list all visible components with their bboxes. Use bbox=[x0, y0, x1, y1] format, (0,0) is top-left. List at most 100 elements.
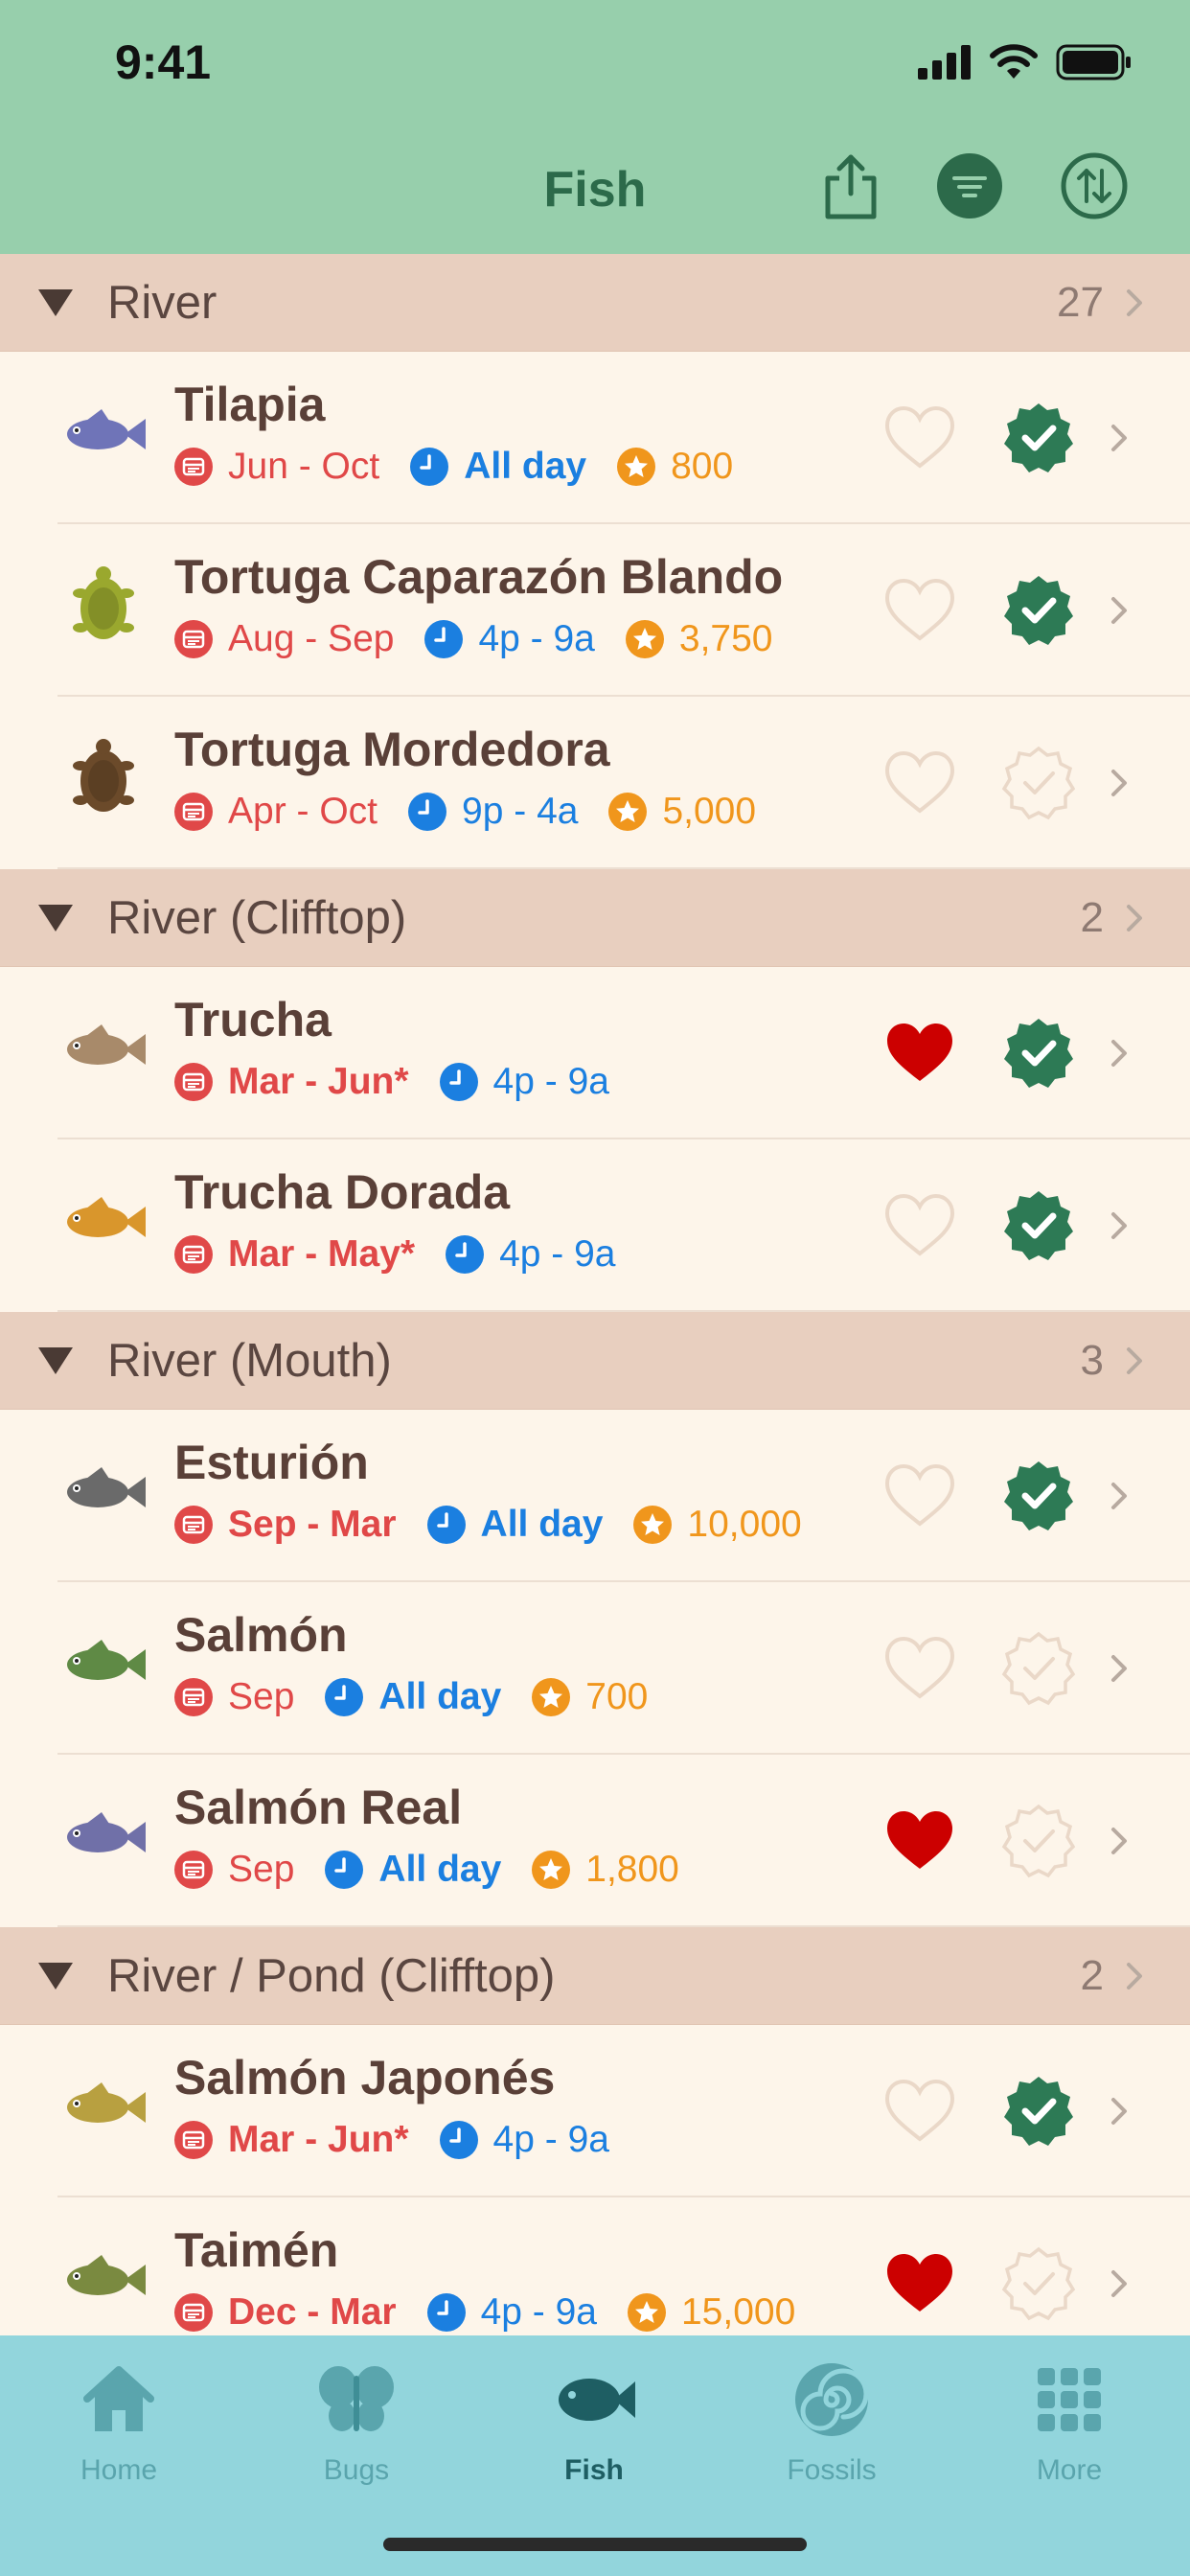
tab-bugs[interactable]: Bugs bbox=[261, 2357, 452, 2487]
section-header[interactable]: River (Clifftop) 2 bbox=[0, 869, 1190, 967]
heart-filled-icon[interactable] bbox=[883, 2250, 956, 2317]
collapse-triangle-icon[interactable] bbox=[38, 1962, 73, 1990]
star-icon bbox=[608, 793, 648, 831]
season-text: Mar - May* bbox=[228, 1233, 416, 1275]
list-item[interactable]: Trucha Dorada Mar - May* 4p - 9a bbox=[0, 1139, 1190, 1312]
not-caught-badge-icon[interactable] bbox=[1000, 2245, 1077, 2322]
list-item[interactable]: Taimén Dec - Mar 4p - 9a 15,000 bbox=[0, 2197, 1190, 2335]
calendar-icon bbox=[174, 2121, 213, 2159]
clock-icon bbox=[426, 2293, 466, 2332]
price-text: 1,800 bbox=[585, 1849, 679, 1890]
chevron-right-icon bbox=[1111, 1483, 1127, 1509]
time-text: All day bbox=[464, 446, 587, 487]
not-caught-badge-icon[interactable] bbox=[1000, 1630, 1077, 1707]
tab-fossils-label: Fossils bbox=[787, 2454, 877, 2486]
tab-home[interactable]: Home bbox=[23, 2357, 215, 2487]
list-item[interactable]: Tortuga Caparazón Blando Aug - Sep 4p - 9a… bbox=[0, 524, 1190, 697]
sort-icon[interactable] bbox=[1060, 151, 1129, 220]
caught-badge-icon[interactable] bbox=[1000, 572, 1077, 649]
salmon-fish-icon bbox=[57, 1619, 149, 1711]
list-item[interactable]: Salmón Real Sep All day 1,800 bbox=[0, 1755, 1190, 1927]
heart-outline-icon[interactable] bbox=[883, 577, 956, 644]
clock-icon bbox=[426, 1506, 466, 1544]
caught-badge-icon[interactable] bbox=[1000, 1187, 1077, 1264]
time: 9p - 4a bbox=[408, 791, 578, 833]
tab-fossils[interactable]: Fossils bbox=[736, 2357, 927, 2487]
season: Aug - Sep bbox=[174, 618, 394, 660]
star-icon bbox=[532, 1851, 571, 1889]
caught-badge-icon[interactable] bbox=[1000, 400, 1077, 476]
home-indicator bbox=[383, 2538, 807, 2551]
season-text: Aug - Sep bbox=[228, 618, 395, 659]
fish-list[interactable]: River 27 Tilapia Jun - Oct All day 800 Tortuga… bbox=[0, 254, 1190, 2335]
heart-filled-icon[interactable] bbox=[883, 1807, 956, 1874]
heart-outline-icon[interactable] bbox=[883, 2078, 956, 2145]
season: Sep bbox=[174, 1849, 294, 1891]
heart-filled-icon[interactable] bbox=[883, 1020, 956, 1087]
clock-icon bbox=[410, 448, 449, 486]
list-item[interactable]: Tilapia Jun - Oct All day 800 bbox=[0, 352, 1190, 524]
price: 10,000 bbox=[633, 1504, 802, 1546]
fish-name: Salmón bbox=[174, 1608, 348, 1662]
chevron-right-icon bbox=[1127, 288, 1142, 316]
heart-outline-icon[interactable] bbox=[883, 749, 956, 816]
share-icon[interactable] bbox=[816, 151, 885, 220]
caught-badge-icon[interactable] bbox=[1000, 1458, 1077, 1534]
not-caught-badge-icon[interactable] bbox=[1000, 745, 1077, 821]
price-text: 800 bbox=[671, 446, 734, 487]
collapse-triangle-icon[interactable] bbox=[38, 288, 73, 316]
status-icons bbox=[918, 44, 1133, 80]
season: Mar - Jun* bbox=[174, 1061, 409, 1103]
collapse-triangle-icon[interactable] bbox=[38, 1346, 73, 1374]
collapse-triangle-icon[interactable] bbox=[38, 904, 73, 932]
not-caught-badge-icon[interactable] bbox=[1000, 1803, 1077, 1879]
snapping-turtle-icon bbox=[57, 733, 149, 825]
clock-icon bbox=[325, 1678, 364, 1716]
star-icon bbox=[532, 1678, 571, 1716]
season-text: Dec - Mar bbox=[228, 2291, 397, 2333]
time-text: All day bbox=[480, 1504, 604, 1545]
filter-icon[interactable] bbox=[935, 151, 1004, 220]
time: All day bbox=[426, 1504, 604, 1546]
section-title: River / Pond (Clifftop) bbox=[107, 1949, 556, 2002]
time-text: All day bbox=[378, 1676, 502, 1717]
heart-outline-icon[interactable] bbox=[883, 1192, 956, 1259]
price: 3,750 bbox=[625, 618, 773, 660]
caught-badge-icon[interactable] bbox=[1000, 2073, 1077, 2150]
clock-icon bbox=[439, 1063, 478, 1101]
heart-outline-icon[interactable] bbox=[883, 1462, 956, 1530]
fish-meta: Sep All day 700 bbox=[174, 1676, 648, 1718]
chevron-right-icon bbox=[1111, 1655, 1127, 1682]
calendar-icon bbox=[174, 1678, 213, 1716]
price: 800 bbox=[617, 446, 733, 488]
list-item[interactable]: Salmón Japonés Mar - Jun* 4p - 9a bbox=[0, 2025, 1190, 2197]
section-header[interactable]: River 27 bbox=[0, 254, 1190, 352]
price-text: 3,750 bbox=[678, 618, 773, 659]
wifi-icon bbox=[990, 44, 1038, 79]
calendar-icon bbox=[174, 793, 213, 831]
tab-home-label: Home bbox=[80, 2454, 158, 2486]
section-header[interactable]: River (Mouth) 3 bbox=[0, 1312, 1190, 1410]
section-title: River (Clifftop) bbox=[107, 891, 407, 944]
fish-meta: Apr - Oct 9p - 4a 5,000 bbox=[174, 791, 756, 833]
list-item[interactable]: Salmón Sep All day 700 bbox=[0, 1582, 1190, 1755]
tab-fish[interactable]: Fish bbox=[498, 2357, 690, 2487]
list-item[interactable]: Tortuga Mordedora Apr - Oct 9p - 4a 5,000 bbox=[0, 697, 1190, 869]
tab-more[interactable]: More bbox=[973, 2357, 1165, 2487]
season: Sep - Mar bbox=[174, 1504, 397, 1546]
caught-badge-icon[interactable] bbox=[1000, 1015, 1077, 1092]
star-icon bbox=[627, 2293, 666, 2332]
heart-outline-icon[interactable] bbox=[883, 1635, 956, 1702]
section-header[interactable]: River / Pond (Clifftop) 2 bbox=[0, 1927, 1190, 2025]
list-item[interactable]: Esturión Sep - Mar All day 10,000 bbox=[0, 1410, 1190, 1582]
fish-icon bbox=[559, 2379, 635, 2421]
butterfly-icon bbox=[319, 2366, 394, 2431]
status-time: 9:41 bbox=[115, 35, 212, 89]
grid-icon bbox=[1038, 2368, 1101, 2431]
chevron-right-icon bbox=[1111, 425, 1127, 451]
heart-outline-icon[interactable] bbox=[883, 404, 956, 472]
star-icon bbox=[633, 1506, 673, 1544]
fish-name: Trucha Dorada bbox=[174, 1165, 511, 1219]
list-item[interactable]: Trucha Mar - Jun* 4p - 9a bbox=[0, 967, 1190, 1139]
calendar-icon bbox=[174, 2293, 213, 2332]
